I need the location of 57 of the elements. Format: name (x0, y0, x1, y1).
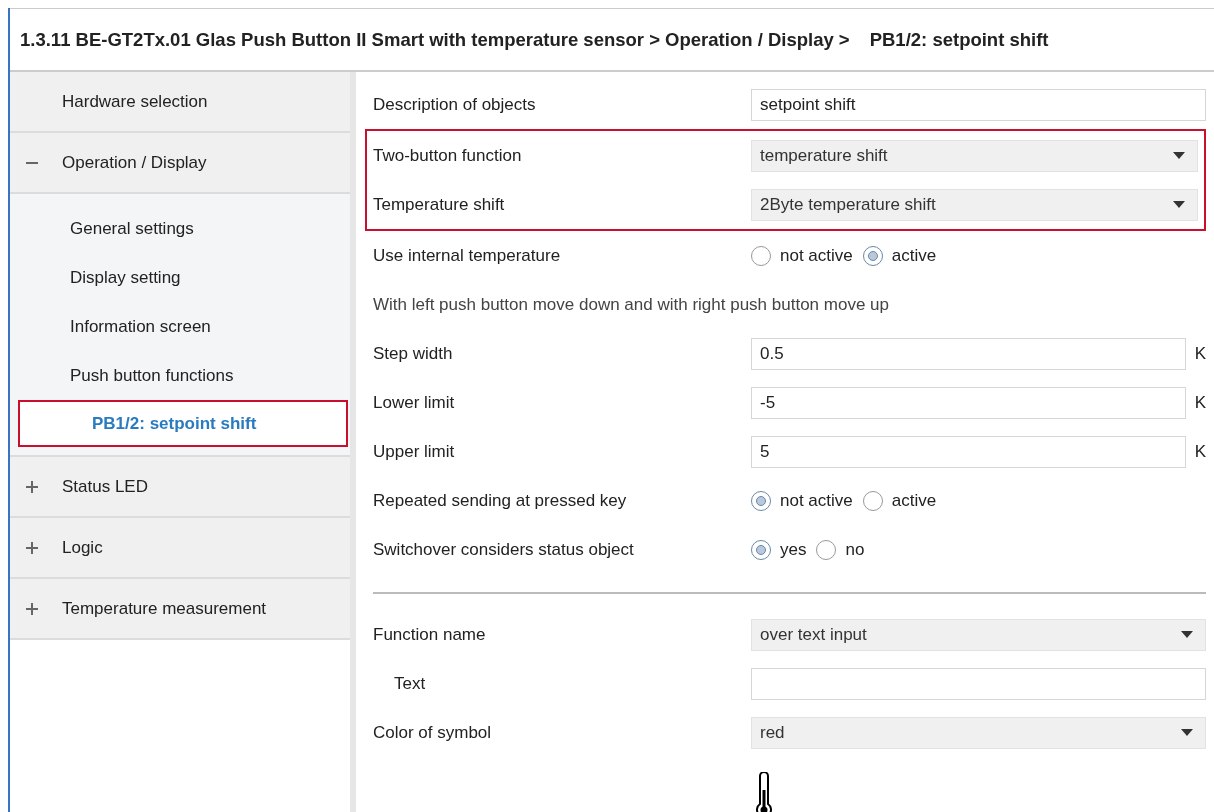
field-label: Use internal temperature (373, 245, 562, 266)
plus-icon[interactable] (26, 603, 38, 615)
thermometer-icon (753, 772, 775, 812)
caret-icon (1173, 152, 1185, 159)
sidebar-item[interactable]: Status LED (10, 457, 350, 518)
input-field[interactable]: 0.5 (751, 337, 1186, 370)
unit-text: K (1193, 441, 1206, 462)
dropdown[interactable]: over text input (751, 618, 1206, 651)
caret-icon (1181, 631, 1193, 638)
hint-text: With left push button move down and with right push button move up (373, 294, 889, 315)
plus-icon[interactable] (26, 481, 38, 493)
sidebar-subitem[interactable]: PB1/2: setpoint shift (18, 400, 348, 447)
sidebar-subitem[interactable]: Push button functions (10, 351, 350, 400)
field-label: Switchover considers status object (373, 539, 635, 560)
sidebar-item[interactable]: Logic (10, 518, 350, 579)
field-label: Function name (373, 624, 487, 645)
sidebar-item[interactable]: Temperature measurement (10, 579, 350, 640)
field-label: Step width (373, 343, 454, 364)
field-label: Color of symbol (373, 722, 493, 743)
field-label: Text (393, 673, 427, 694)
dropdown[interactable]: temperature shift (751, 139, 1198, 172)
unit-text: K (1193, 392, 1206, 413)
unit-text: K (1193, 343, 1206, 364)
plus-icon[interactable] (26, 542, 38, 554)
radio-button[interactable] (862, 490, 883, 511)
field-label: Description of objects (373, 94, 537, 115)
radio-option[interactable]: yes (751, 539, 807, 560)
input-field[interactable]: setpoint shift (751, 88, 1206, 121)
sidebar-subitem[interactable]: Display setting (10, 253, 350, 302)
sidebar-subitem[interactable]: Information screen (10, 302, 350, 351)
radio-option[interactable]: active (862, 245, 937, 266)
field-label: Two-button function (373, 145, 523, 166)
sidebar-item[interactable]: Hardware selection (10, 72, 350, 133)
field-label: Temperature shift (373, 194, 506, 215)
radio-option[interactable]: not active (751, 245, 853, 266)
sidebar-item[interactable]: Operation / Display (10, 133, 350, 194)
caret-icon (1173, 201, 1185, 208)
breadcrumb-text: PB1/2: setpoint shift (869, 28, 1049, 51)
radio-button[interactable] (862, 245, 883, 266)
input-field[interactable]: 5 (751, 435, 1186, 468)
dropdown[interactable]: 2Byte temperature shift (751, 188, 1198, 221)
radio-option[interactable]: active (862, 490, 937, 511)
field-label: Lower limit (373, 392, 456, 413)
radio-button[interactable] (816, 539, 837, 560)
dropdown[interactable]: red (751, 716, 1206, 749)
field-label: Upper limit (373, 441, 456, 462)
radio-button[interactable] (751, 539, 771, 560)
breadcrumb-text: 1.3.11 BE-GT2Tx.01 Glas Push Button II Smart with temperature sensor > Operation / Display > (20, 28, 850, 51)
sidebar-subitem[interactable]: General settings (10, 204, 350, 253)
field-label: Repeated sending at pressed key (373, 490, 628, 511)
input-field[interactable]: -5 (751, 386, 1186, 419)
input-field[interactable] (751, 667, 1206, 700)
radio-button[interactable] (751, 245, 771, 266)
radio-option[interactable]: no (816, 539, 865, 560)
radio-option[interactable]: not active (751, 490, 853, 511)
radio-button[interactable] (751, 490, 771, 511)
caret-icon (1181, 729, 1193, 736)
